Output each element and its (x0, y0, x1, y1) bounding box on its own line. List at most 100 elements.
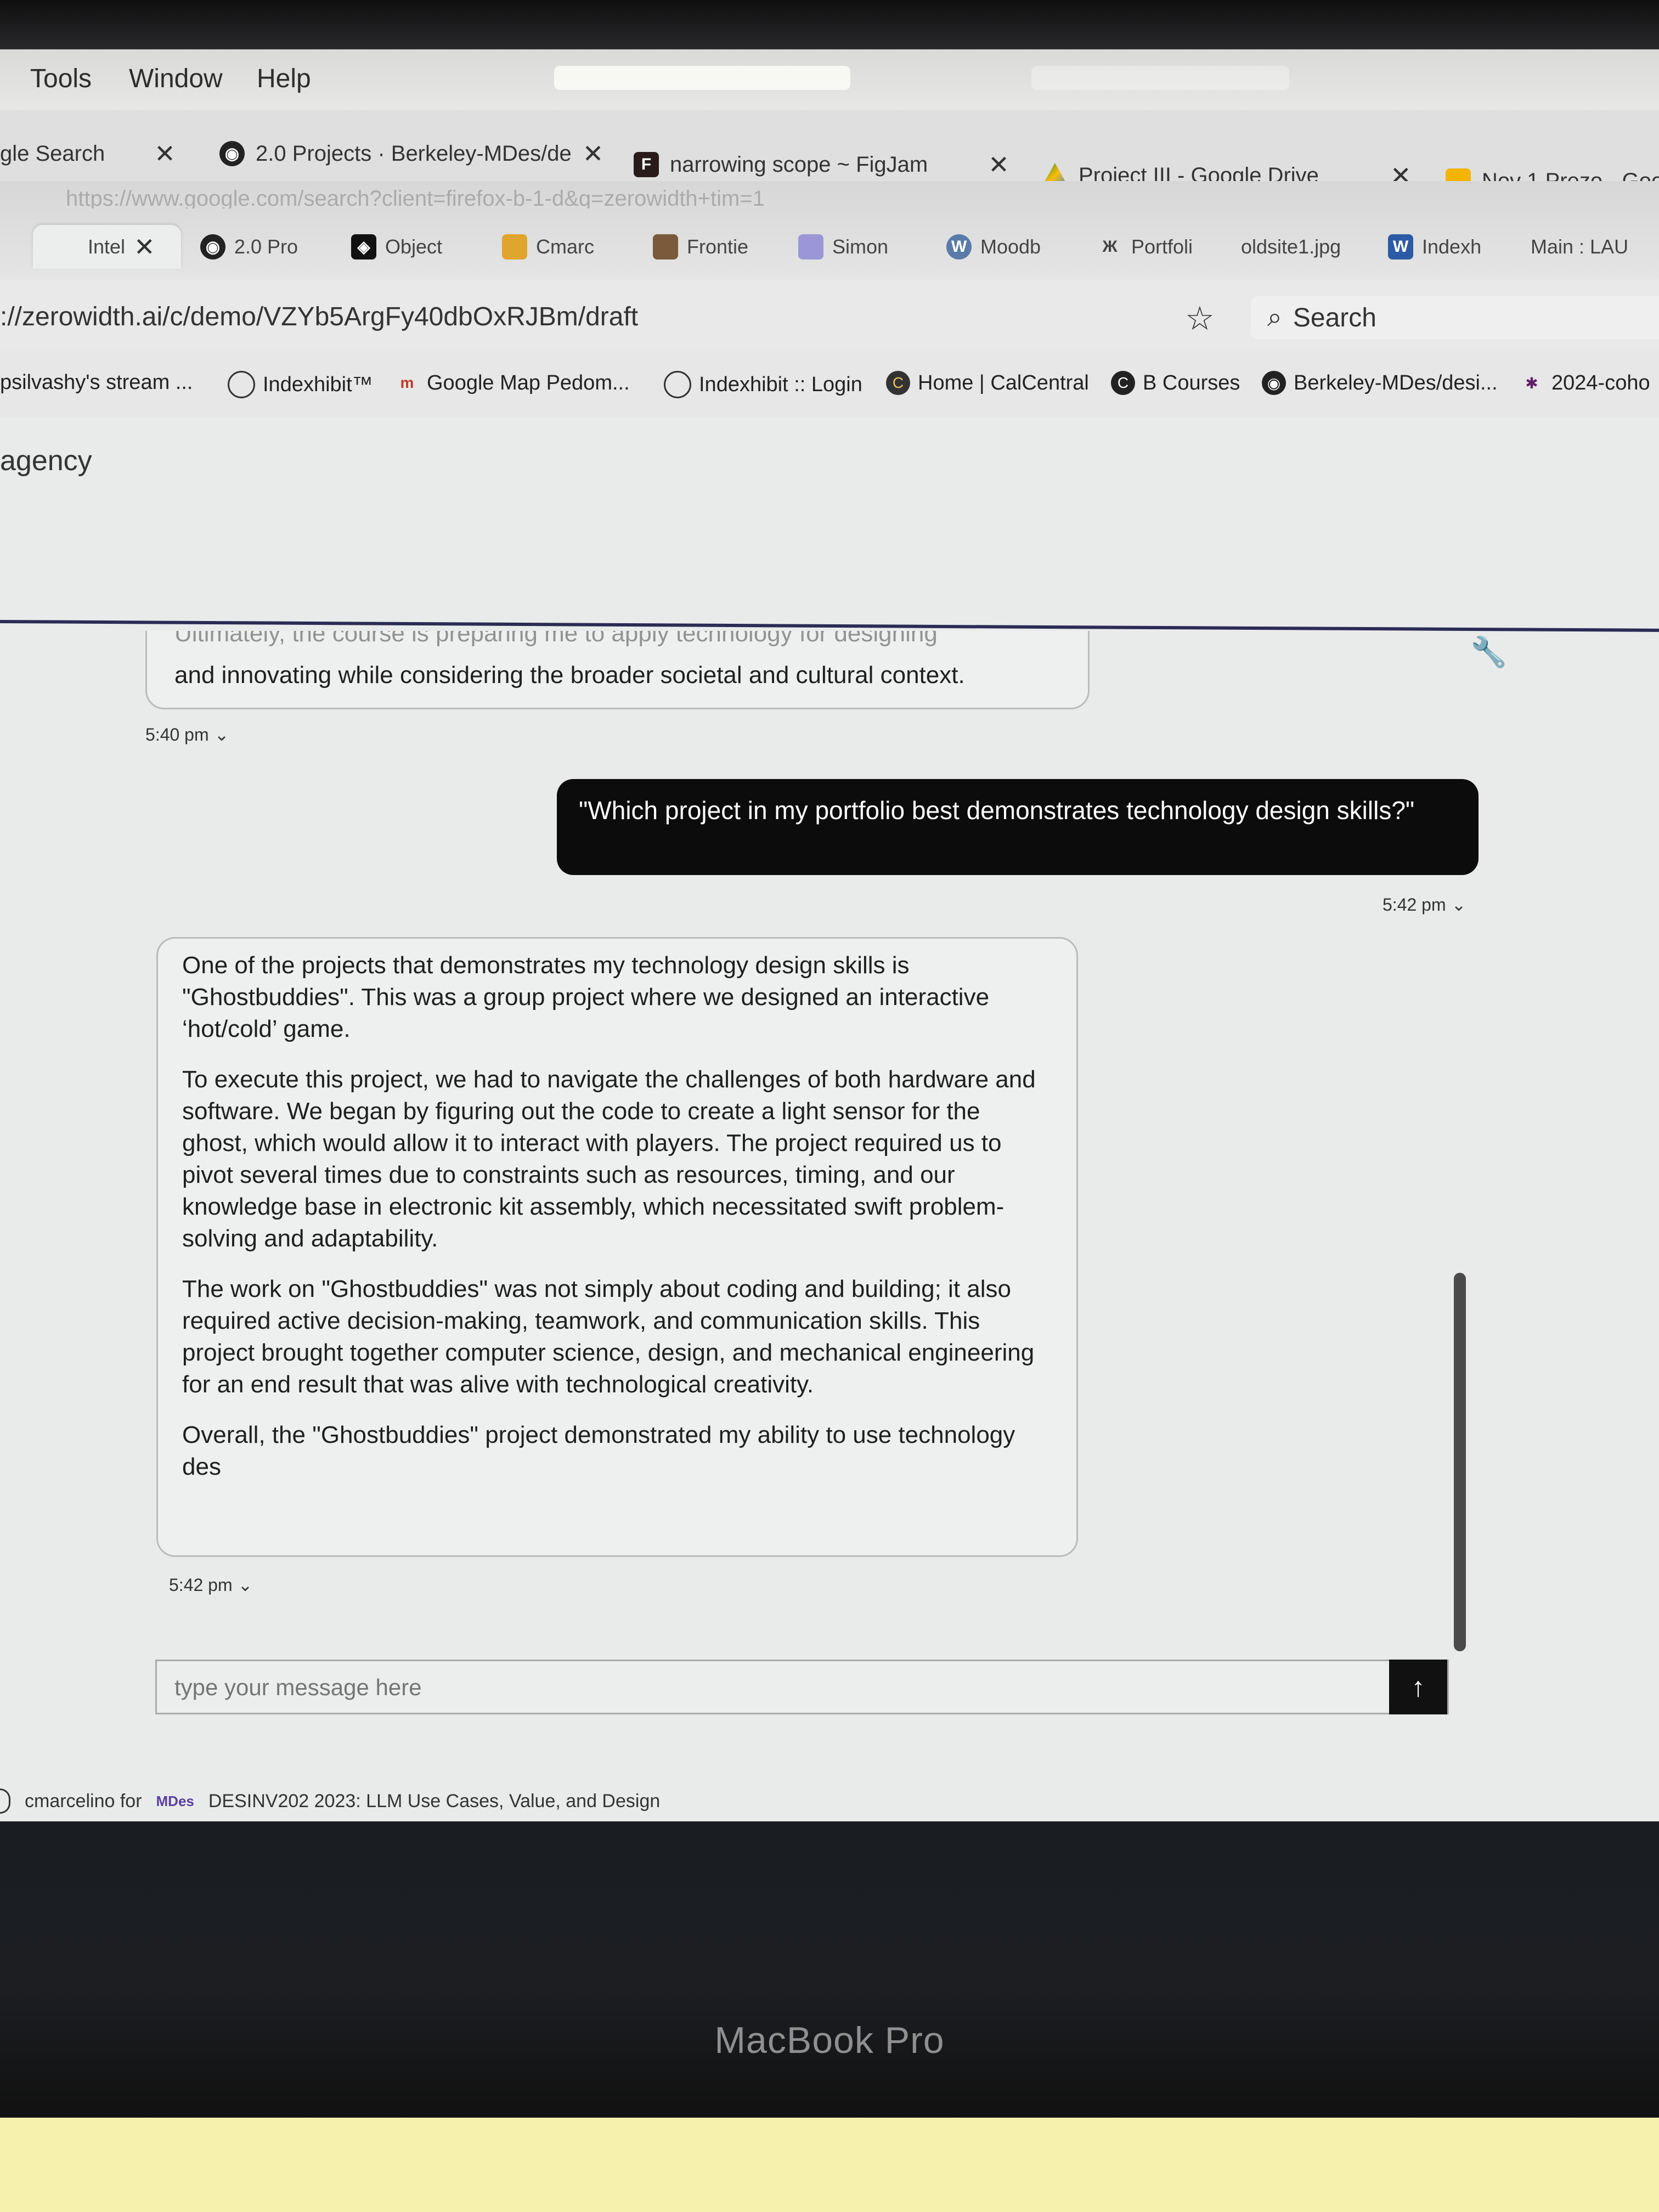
search-label: Search (1293, 303, 1376, 332)
app-header: agency (0, 417, 1659, 510)
message-input[interactable] (157, 1661, 1410, 1714)
message-paragraph: To execute this project, we had to navig… (182, 1066, 1036, 1252)
bookmark-stream[interactable]: psilvashy's stream ... (0, 371, 193, 394)
chevron-down-icon: ⌄ (214, 725, 229, 744)
laptop-bezel-bottom: MacBook Pro (0, 1821, 1659, 2118)
bookmark-label: B Courses (1143, 371, 1240, 394)
page-title: agency (0, 445, 92, 477)
tab-simon[interactable]: Simon (798, 225, 888, 269)
message-paragraph: One of the projects that demonstrates my… (182, 952, 990, 1042)
bookmark-indexhibit-login[interactable]: Indexhibit :: Login (664, 371, 862, 398)
bookmark-indexhibit[interactable]: Indexhibit™ (228, 371, 373, 398)
laptop-bezel-top (0, 0, 1659, 49)
wordpress-icon: W (946, 234, 972, 259)
header-divider (0, 620, 1659, 632)
bookmark-label: psilvashy's stream ... (0, 371, 193, 394)
calcentral-icon: C (886, 371, 910, 395)
chevron-down-icon: ⌄ (1451, 895, 1466, 915)
tab-indexhibit[interactable]: W Indexh (1388, 225, 1481, 269)
bcourses-icon: C (1111, 371, 1135, 395)
chat-scrollbar[interactable] (1454, 1273, 1466, 1651)
tab-figjam[interactable]: F narrowing scope ~ FigJam ✕ (634, 143, 1009, 187)
message-timestamp[interactable]: 5:40 pm ⌄ (145, 724, 229, 745)
message-paragraph: Overall, the "Ghostbuddies" project demo… (182, 1421, 1015, 1480)
globe-icon (228, 371, 255, 398)
bookmark-2024-cohort[interactable]: ✱ 2024-coho (1520, 371, 1650, 395)
tab-label: 2.0 Pro (234, 235, 298, 258)
tab-label: Simon (832, 235, 889, 258)
github-icon: ◉ (1262, 371, 1286, 395)
message-text: and innovating while considering the bro… (174, 662, 965, 689)
tab-google-search[interactable]: gle Search ✕ (0, 132, 176, 176)
background-window-url: https://www.google.com/search?client=fir… (66, 187, 765, 208)
tab-object[interactable]: ◈ Object (351, 225, 442, 269)
send-button[interactable]: ↑ (1389, 1660, 1447, 1714)
timestamp-text: 5:42 pm (1383, 894, 1446, 915)
footer-user: cmarcelino for (25, 1790, 142, 1812)
tab-intel[interactable]: Intel ✕ (33, 225, 181, 269)
arrow-up-icon: ↑ (1411, 1672, 1425, 1702)
github-icon: ◉ (219, 141, 245, 166)
footer-org[interactable]: MDes (156, 1793, 194, 1810)
simon-icon (798, 234, 823, 259)
bookmark-berkeley-mdes[interactable]: ◉ Berkeley-MDes/desi... (1262, 371, 1498, 395)
bookmark-bcourses[interactable]: C B Courses (1111, 371, 1240, 395)
timestamp-text: 5:42 pm (169, 1575, 233, 1595)
close-icon[interactable]: ✕ (154, 139, 176, 168)
bookmark-label: 2024-coho (1551, 371, 1650, 394)
globe-icon (664, 371, 691, 398)
slides-icon (502, 234, 527, 259)
tab-frontier[interactable]: Frontie (653, 225, 748, 269)
tab-cmarc[interactable]: Cmarc (502, 225, 594, 269)
user-message: "Which project in my portfolio best demo… (557, 779, 1479, 875)
portfolio-icon: Ж (1102, 238, 1118, 256)
tab-label: Frontie (687, 235, 749, 258)
close-icon[interactable]: ✕ (988, 150, 1009, 179)
timestamp-text: 5:40 pm (145, 724, 209, 744)
tab-label: gle Search (0, 141, 105, 166)
message-composer: ↑ (155, 1660, 1449, 1714)
figjam-icon: F (634, 152, 659, 177)
screen-glare (554, 66, 850, 90)
github-icon: ◉ (200, 234, 225, 259)
app-footer: cmarcelino for MDes DESINV202 2023: LLM … (0, 1788, 660, 1814)
menu-help[interactable]: Help (257, 64, 311, 94)
tab-label: oldsite1.jpg (1241, 235, 1341, 258)
tab-label: Portfoli (1131, 235, 1193, 258)
bookmark-label: Home | CalCentral (918, 371, 1089, 394)
tab-projects[interactable]: ◉ 2.0 Pro (200, 225, 298, 269)
close-icon[interactable]: ✕ (583, 139, 604, 168)
address-bar: ://zerowidth.ai/c/demo/VZYb5ArgFy40dbOxR… (0, 280, 1659, 351)
bookmark-label: Indexhibit :: Login (699, 373, 862, 396)
pedometer-icon: m (400, 374, 414, 391)
tab-label: Main : LAU (1531, 235, 1629, 258)
bookmark-calcentral[interactable]: C Home | CalCentral (886, 371, 1089, 395)
close-icon[interactable]: ✕ (134, 232, 155, 262)
search-icon: ⌕ (1267, 303, 1282, 332)
desk-surface (0, 2118, 1659, 2212)
bookmark-label: Berkeley-MDes/desi... (1294, 371, 1498, 394)
menu-window[interactable]: Window (129, 64, 223, 94)
search-box[interactable]: ⌕ Search (1251, 296, 1659, 339)
menu-tools[interactable]: Tools (30, 64, 92, 94)
message-timestamp[interactable]: 5:42 pm ⌄ (1383, 894, 1466, 915)
tab-moodboard[interactable]: W Moodb (946, 225, 1041, 269)
screen-glare (1031, 66, 1289, 90)
assistant-message-previous: Ultimately, the course is preparing me t… (145, 631, 1090, 709)
url-field[interactable]: ://zerowidth.ai/c/demo/VZYb5ArgFy40dbOxR… (0, 302, 638, 332)
wrench-icon[interactable]: 🔧 (1470, 635, 1507, 670)
tab-main-lau[interactable]: Main : LAU (1531, 225, 1628, 269)
message-timestamp[interactable]: 5:42 pm ⌄ (169, 1575, 252, 1595)
tab-label: narrowing scope ~ FigJam (670, 152, 928, 177)
footer-course[interactable]: DESINV202 2023: LLM Use Cases, Value, an… (208, 1791, 660, 1812)
device-label: MacBook Pro (714, 2019, 945, 2061)
tab-projects-github[interactable]: ◉ 2.0 Projects · Berkeley-MDes/de ✕ (219, 132, 603, 176)
tab-label: Cmarc (536, 235, 594, 258)
message-paragraph: The work on "Ghostbuddies" was not simpl… (182, 1276, 1035, 1398)
tab-portfolio[interactable]: Ж Portfoli (1097, 225, 1193, 269)
bookmark-star-icon[interactable]: ☆ (1185, 300, 1215, 338)
avatar (0, 1788, 10, 1814)
tab-label: Moodb (980, 235, 1041, 258)
bookmark-google-map-pedometer[interactable]: m Google Map Pedom... (395, 371, 630, 395)
tab-oldsite[interactable]: oldsite1.jpg (1241, 225, 1341, 269)
